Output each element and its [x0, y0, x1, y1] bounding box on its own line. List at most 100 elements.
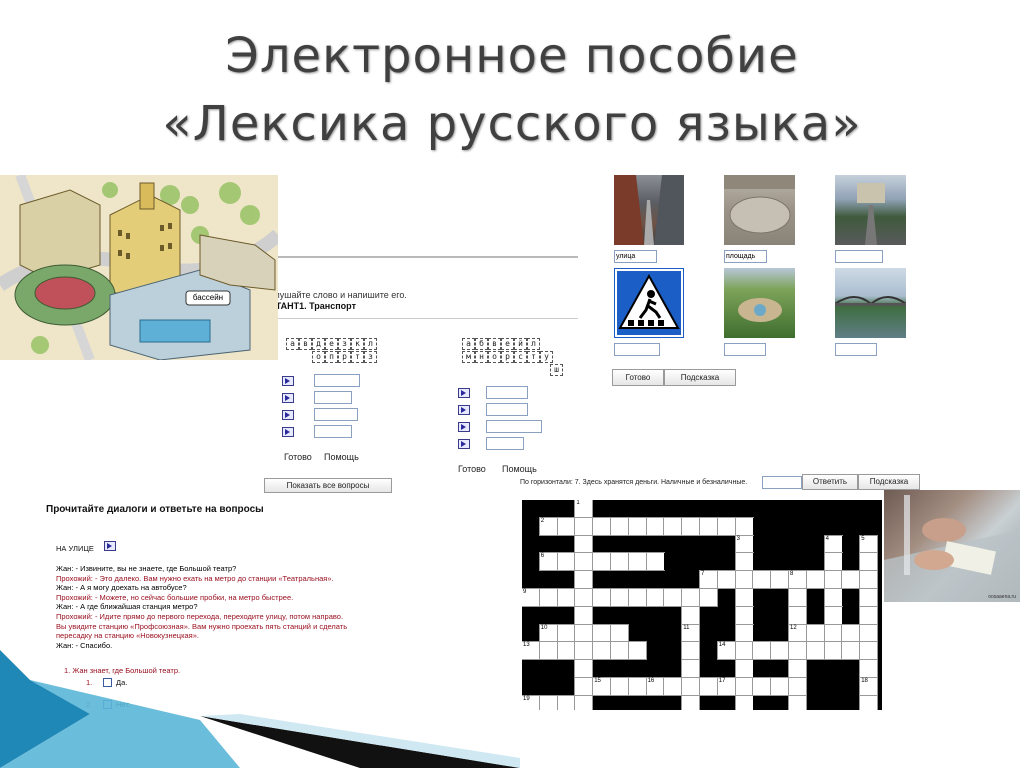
speaker-icon[interactable] — [104, 541, 116, 551]
crossword-cell[interactable] — [610, 588, 629, 607]
crossword-cell[interactable]: 14 — [716, 641, 736, 661]
crossword-cell[interactable] — [592, 552, 612, 572]
crossword-cell[interactable]: 13 — [522, 641, 540, 661]
crossword-cell[interactable] — [556, 516, 576, 536]
letter-tile[interactable]: р — [338, 351, 351, 363]
photo-answer-input[interactable] — [724, 343, 766, 356]
speaker-icon[interactable] — [282, 427, 294, 437]
crossword-cell[interactable] — [574, 623, 594, 643]
crossword-cell[interactable] — [734, 552, 754, 572]
crossword-cell[interactable] — [805, 570, 825, 590]
crossword-cell[interactable] — [859, 552, 879, 572]
crossword-cell[interactable] — [663, 588, 683, 607]
answer-input[interactable] — [486, 437, 524, 450]
crossword-cell[interactable] — [556, 588, 576, 607]
help-link-right[interactable]: Помощь — [502, 464, 537, 474]
crossword-cell[interactable]: 11 — [681, 623, 701, 643]
crossword-cell[interactable] — [716, 570, 736, 590]
speaker-icon[interactable] — [458, 405, 470, 415]
letter-tile[interactable]: в — [299, 338, 312, 350]
crossword-cell[interactable]: 9 — [522, 588, 540, 607]
crossword-cell[interactable] — [752, 641, 772, 661]
letter-tile[interactable]: й — [514, 338, 527, 350]
crossword-cell[interactable] — [592, 516, 612, 536]
letter-tile[interactable]: в — [488, 338, 501, 350]
crossword-answer-button[interactable]: Ответить — [802, 474, 858, 490]
answer-input[interactable] — [486, 420, 542, 433]
crossword-cell[interactable]: 2 — [538, 516, 558, 536]
crossword-cell[interactable] — [770, 570, 790, 590]
crossword-cell[interactable]: 6 — [538, 552, 558, 572]
letter-tile[interactable]: т — [527, 351, 540, 363]
letter-tile[interactable]: е — [325, 338, 338, 350]
crossword-cell[interactable] — [556, 641, 576, 661]
crossword-cell[interactable]: 12 — [788, 623, 807, 643]
letter-tile[interactable]: л — [364, 338, 377, 350]
crossword-cell[interactable] — [734, 588, 754, 607]
photo-answer-input[interactable] — [614, 343, 660, 356]
crossword-cell[interactable] — [681, 605, 701, 625]
crossword-cell[interactable] — [841, 570, 861, 590]
letter-tile[interactable]: е — [501, 338, 514, 350]
crossword-cell[interactable] — [841, 641, 861, 661]
crossword-cell[interactable] — [610, 677, 629, 696]
crossword-cell[interactable] — [681, 641, 701, 661]
photos-hint-button[interactable]: Подсказка — [664, 369, 736, 386]
crossword-cell[interactable] — [574, 570, 594, 590]
done-link-right[interactable]: Готово — [458, 464, 486, 474]
crossword-cell[interactable] — [592, 588, 612, 607]
crossword-cell[interactable] — [663, 677, 683, 696]
crossword-cell[interactable] — [823, 552, 843, 572]
letter-tile[interactable]: у — [540, 351, 553, 363]
letter-tile[interactable]: а — [286, 338, 299, 350]
photo-answer-input[interactable]: площадь — [724, 250, 767, 263]
crossword-cell[interactable] — [734, 641, 754, 661]
crossword-cell[interactable] — [805, 623, 825, 643]
letter-tile[interactable]: с — [514, 351, 527, 363]
crossword-cell[interactable] — [645, 552, 665, 572]
crossword-cell[interactable]: 16 — [645, 677, 665, 696]
crossword-cell[interactable] — [859, 641, 879, 661]
crossword-cell[interactable] — [556, 623, 576, 643]
crossword-cell[interactable]: 3 — [734, 534, 754, 554]
letter-tile[interactable]: л — [527, 338, 540, 350]
letter-tile[interactable]: д — [312, 338, 325, 350]
answer-input[interactable] — [314, 425, 352, 438]
letter-tile[interactable]: к — [351, 338, 364, 350]
crossword-cell[interactable] — [841, 623, 861, 643]
crossword-cell[interactable] — [859, 659, 879, 679]
crossword-cell[interactable] — [663, 516, 683, 536]
show-all-questions-button[interactable]: Показать все вопросы — [264, 478, 392, 493]
crossword-cell[interactable] — [556, 552, 576, 572]
crossword-cell[interactable] — [645, 516, 665, 536]
letter-tile[interactable]: б — [475, 338, 488, 350]
crossword-cell[interactable] — [556, 694, 576, 710]
letter-tile[interactable]: а — [462, 338, 475, 350]
crossword-cell[interactable] — [859, 605, 879, 625]
speaker-icon[interactable] — [282, 393, 294, 403]
letter-tile[interactable]: о — [488, 351, 501, 363]
letter-tile[interactable]: н — [475, 351, 488, 363]
crossword-cell[interactable] — [627, 641, 647, 661]
crossword-cell[interactable] — [788, 659, 807, 679]
crossword-cell[interactable]: 15 — [592, 677, 612, 696]
crossword-cell[interactable] — [788, 588, 807, 607]
letter-tile[interactable]: м — [462, 351, 475, 363]
speaker-icon[interactable] — [458, 388, 470, 398]
crossword-cell[interactable] — [627, 516, 647, 536]
crossword-cell[interactable]: 7 — [699, 570, 718, 590]
crossword-cell[interactable] — [734, 605, 754, 625]
crossword-cell[interactable] — [859, 623, 879, 643]
crossword-cell[interactable] — [627, 588, 647, 607]
crossword-cell[interactable] — [681, 588, 701, 607]
crossword-cell[interactable] — [627, 677, 647, 696]
done-link-left[interactable]: Готово — [284, 452, 312, 462]
crossword-cell[interactable] — [734, 677, 754, 696]
crossword-cell[interactable] — [538, 694, 558, 710]
photos-done-button[interactable]: Готово — [612, 369, 664, 386]
crossword-cell[interactable] — [734, 570, 754, 590]
crossword-cell[interactable] — [823, 588, 843, 607]
crossword-cell[interactable] — [770, 677, 790, 696]
crossword-cell[interactable]: 1 — [574, 500, 594, 518]
crossword-cell[interactable] — [681, 516, 701, 536]
